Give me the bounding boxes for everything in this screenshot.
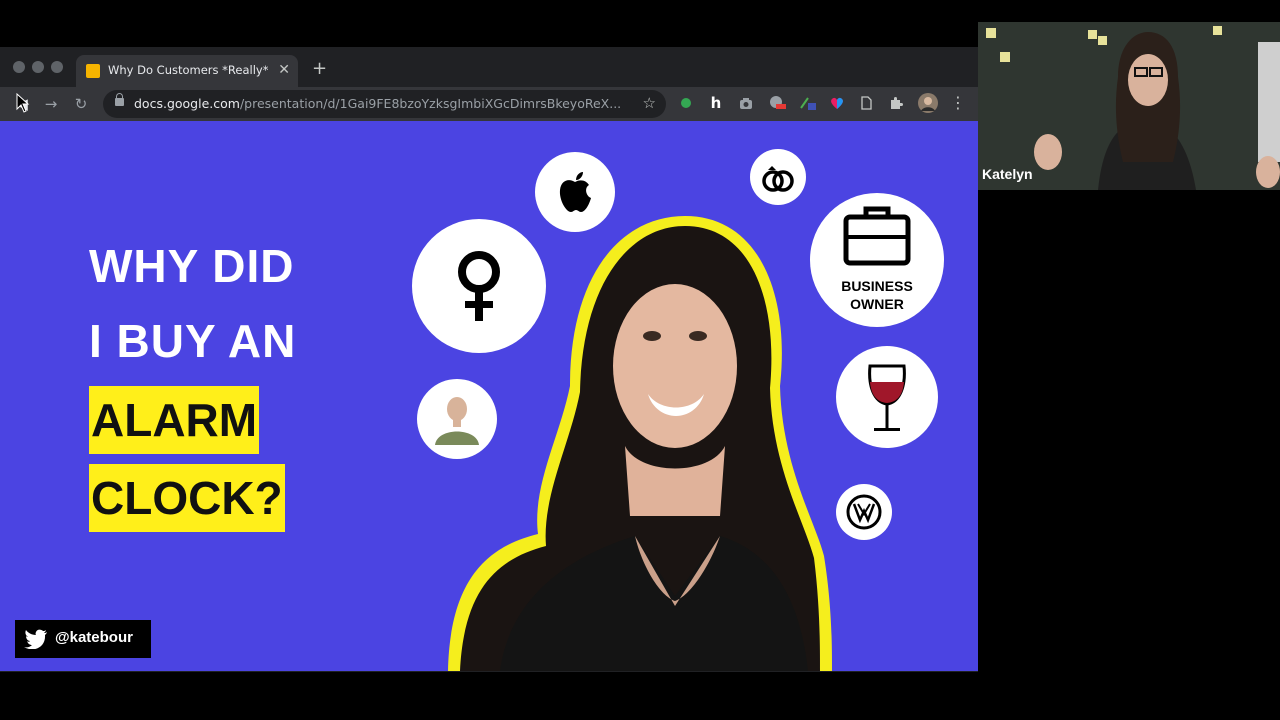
tab-title: Why Do Customers *Really* Bu: [108, 63, 268, 77]
volkswagen-logo-icon: [836, 484, 892, 540]
presentation-slide: WHY DID I BUY AN ALARM CLOCK? BUSINESS O…: [0, 121, 978, 671]
extension-heart-icon[interactable]: [829, 95, 845, 111]
url-host: docs.google.com: [134, 96, 240, 111]
presenter-photo: [448, 216, 832, 671]
extension-camera-icon[interactable]: [738, 95, 754, 111]
extension-h-icon[interactable]: h: [708, 95, 724, 111]
highlight-line-1: ALARM: [89, 386, 260, 454]
forward-button[interactable]: →: [41, 94, 61, 114]
extension-document-icon[interactable]: [858, 95, 874, 111]
twitter-handle-badge: @katebour: [15, 620, 151, 658]
extensions-puzzle-icon[interactable]: [888, 95, 904, 111]
window-zoom-button[interactable]: [51, 61, 63, 73]
mouse-cursor-icon: [16, 93, 30, 113]
participant-name: Katelyn: [982, 166, 1033, 182]
extension-record-icon[interactable]: [768, 95, 786, 111]
webcam-video-feed: [978, 22, 1280, 190]
url-text[interactable]: docs.google.com/presentation/d/1Gai9FE8b…: [134, 96, 624, 112]
url-path: /presentation/d/1Gai9FE8bzoYzksgImbiXGcD…: [239, 96, 622, 111]
browser-tab[interactable]: Why Do Customers *Really* Bu ✕: [76, 55, 298, 87]
reload-button[interactable]: ↻: [71, 94, 91, 114]
window-minimize-button[interactable]: [32, 61, 44, 73]
browser-toolbar: ◀ → ↻ docs.google.com/presentation/d/1Ga…: [0, 87, 978, 121]
headline-line-1: WHY DID: [89, 240, 295, 292]
highlight-line-2: CLOCK?: [89, 464, 285, 532]
wedding-rings-icon: [750, 149, 806, 205]
twitter-bird-icon: [24, 629, 47, 649]
slides-favicon-icon: [86, 64, 100, 78]
address-bar[interactable]: docs.google.com/presentation/d/1Gai9FE8b…: [103, 90, 666, 118]
bookmark-star-icon[interactable]: ☆: [643, 94, 656, 112]
tab-strip: Why Do Customers *Really* Bu ✕ +: [0, 47, 978, 87]
headline-line-2: I BUY AN: [89, 315, 297, 367]
wine-glass-icon: [836, 346, 938, 448]
webcam-video-tile: Katelyn: [978, 22, 1280, 190]
tab-close-icon[interactable]: ✕: [278, 61, 290, 79]
window-close-button[interactable]: [13, 61, 25, 73]
twitter-handle-text: @katebour: [55, 629, 133, 646]
extension-color-icon[interactable]: [798, 95, 816, 111]
profile-avatar[interactable]: [918, 93, 938, 113]
browser-menu-icon[interactable]: ⋮: [950, 95, 966, 111]
extension-green-dot-icon[interactable]: [678, 95, 694, 111]
new-tab-button[interactable]: +: [312, 59, 327, 79]
lock-icon: [115, 93, 124, 106]
